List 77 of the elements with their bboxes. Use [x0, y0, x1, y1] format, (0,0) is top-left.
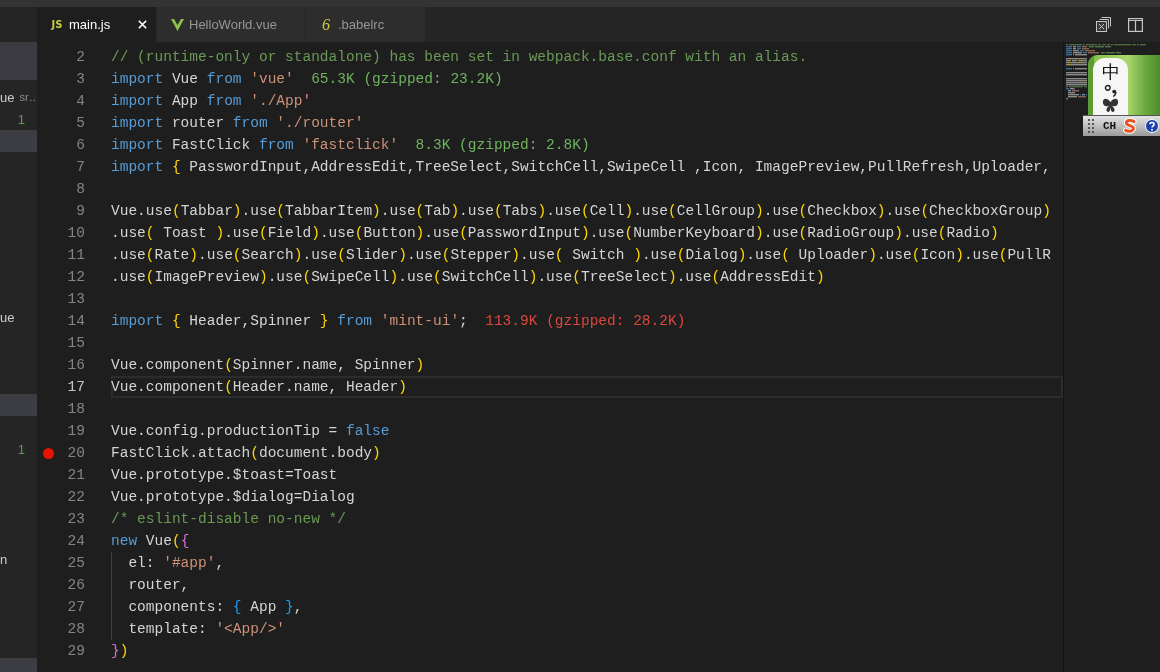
help-icon[interactable]: [1145, 119, 1160, 133]
close-icon[interactable]: [137, 20, 147, 29]
line-number: 7: [76, 158, 85, 177]
line-number: 13: [67, 290, 85, 309]
line-number: 10: [67, 224, 85, 243]
code-line: Vue.component(Spinner.name, Spinner): [111, 357, 425, 373]
language-label[interactable]: CH: [1103, 120, 1117, 132]
file-name[interactable]: n: [0, 551, 8, 567]
code-line: import { PasswordInput,AddressEdit,TreeSelect,SwitchCell,SwipeCell ,Icon, ImagePreview,PullRefresh,Uploader,: [111, 159, 1051, 175]
butterfly-icon[interactable]: [1102, 98, 1119, 113]
split-view-icon[interactable]: [1128, 17, 1143, 32]
input-mode-label[interactable]: 中: [1101, 62, 1120, 82]
line-number: 19: [67, 422, 85, 441]
line-number: 2: [76, 48, 85, 67]
code-line: .use( Toast ).use(Field).use(Button).use(PasswordInput).use(NumberKeyboard).use(RadioGroup).use(Radio): [111, 225, 999, 241]
code-line: import App from './App': [111, 93, 312, 109]
code-line: template: '<App/>': [127, 621, 286, 637]
code-line: Vue.prototype.$toast=Toast: [111, 467, 338, 483]
line-number: 25: [67, 554, 85, 573]
line-number: 6: [76, 136, 85, 155]
file-type-label: 6: [321, 15, 330, 34]
line-number: 29: [67, 642, 85, 661]
line-number: 27: [67, 598, 85, 617]
line-number: 22: [67, 488, 85, 507]
close-all-icon[interactable]: [1096, 17, 1111, 32]
line-number: 14: [67, 312, 85, 331]
sidebar-header: [0, 42, 37, 80]
breakpoint-icon[interactable]: [42, 447, 54, 459]
change-count: 1: [17, 111, 25, 127]
code-line: Vue.use(Tabbar).use(TabbarItem).use(Tab).use(Tabs).use(Cell).use(CellGroup).use(Checkbox).use(CheckboxGroup): [111, 203, 1051, 219]
line-number: 11: [67, 246, 85, 265]
code-line: .use(Rate).use(Search).use(Slider).use(Stepper).use( Switch ).use(Dialog).use( Uploader).use(Icon).use(PullR: [111, 247, 1051, 263]
line-number: 8: [76, 180, 85, 199]
code-line: // (runtime-only or standalone) has been set in webpack.base.conf with an alias.: [111, 49, 808, 65]
line-number: 5: [76, 114, 85, 133]
file-name[interactable]: ue: [0, 309, 15, 325]
code-line: el: '#app',: [127, 555, 225, 571]
change-count: 1: [17, 441, 25, 457]
v-logo-icon: [170, 18, 184, 31]
line-number: 24: [67, 532, 85, 551]
code-line: .use(ImagePreview).use(SwipeCell).use(SwitchCell).use(TreeSelect).use(AddressEdit): [111, 269, 825, 285]
line-number: 28: [67, 620, 85, 639]
editor-tab[interactable]: 6 .babelrc: [305, 7, 426, 42]
line-number: 20: [67, 444, 85, 463]
line-number: 17: [67, 378, 85, 397]
code-line: new Vue({: [111, 533, 190, 549]
code-line: import FastClick from 'fastclick' 8.3K (gzipped: 2.8K): [111, 137, 590, 153]
code-line: import { Header,Spinner } from 'mint-ui'; 113.9K (gzipped: 28.2K): [111, 313, 686, 329]
line-number: 12: [67, 268, 85, 287]
code-line: import Vue from 'vue' 65.3K (gzipped: 23.2K): [111, 71, 503, 87]
logo-icon[interactable]: [1123, 118, 1138, 134]
line-number: 26: [67, 576, 85, 595]
code-line: router,: [127, 577, 190, 593]
line-number: 3: [76, 70, 85, 89]
line-number: 4: [76, 92, 85, 111]
line-number: 18: [67, 400, 85, 419]
code-line: components: { App },: [127, 599, 303, 615]
line-number: 21: [67, 466, 85, 485]
code-line: }): [111, 643, 129, 659]
punctuation-icon[interactable]: [1103, 83, 1118, 97]
code-line: FastClick.attach(document.body): [111, 445, 381, 461]
file-type-label: JS: [51, 19, 63, 30]
code-line: /* eslint-disable no-new */: [111, 511, 346, 527]
line-number: 15: [67, 334, 85, 353]
code-line: import router from './router': [111, 115, 364, 131]
code-line: Vue.component(Header.name, Header): [111, 379, 407, 395]
line-number: 9: [76, 202, 85, 221]
editor-tab[interactable]: HelloWorld.vue: [157, 7, 306, 42]
editor-tab[interactable]: JS main.js: [37, 7, 157, 42]
file-name[interactable]: ue: [0, 89, 15, 105]
folder-path: sr…: [19, 91, 37, 103]
ime-mode-panel[interactable]: 中: [1093, 58, 1128, 115]
code-line: Vue.prototype.$dialog=Dialog: [111, 489, 355, 505]
line-number: 23: [67, 510, 85, 529]
grip-icon[interactable]: [1088, 119, 1094, 133]
line-number: 16: [67, 356, 85, 375]
code-line: Vue.config.productionTip = false: [111, 423, 390, 439]
